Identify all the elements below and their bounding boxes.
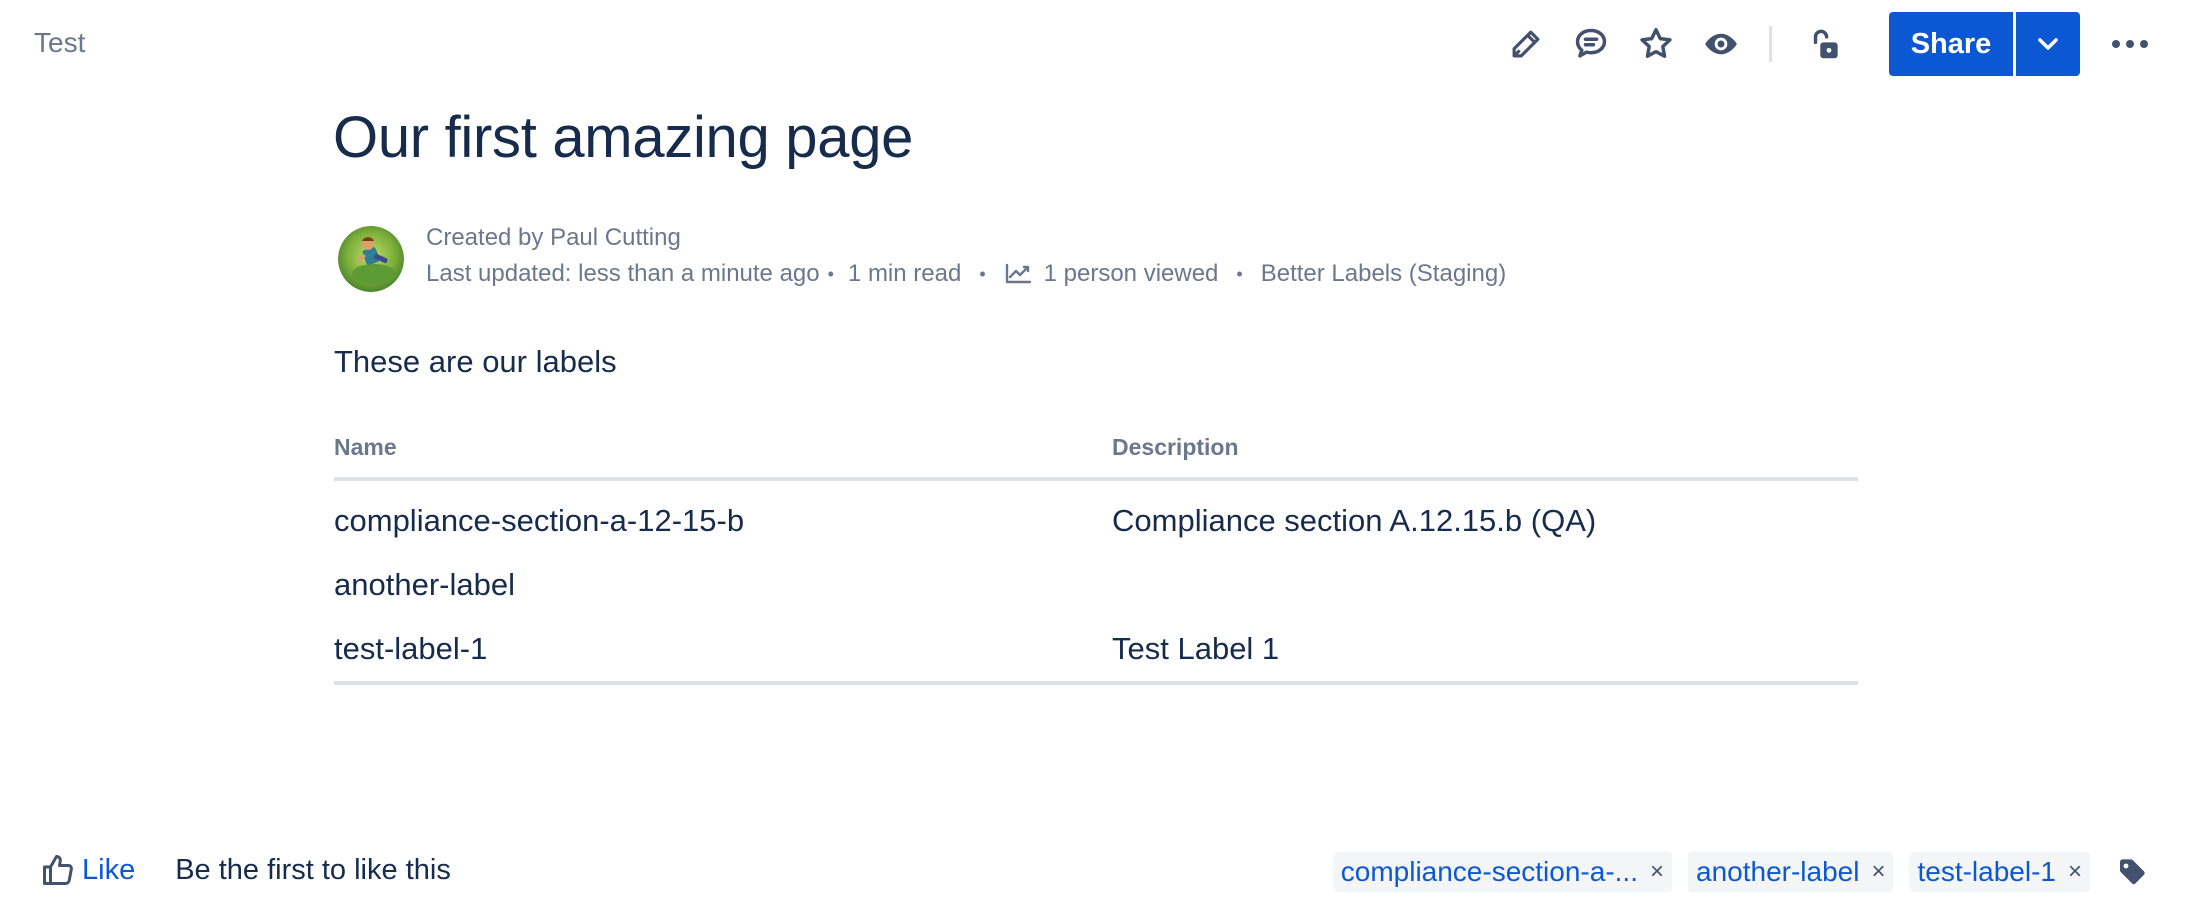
unlock-icon[interactable]: [1799, 18, 1851, 70]
more-actions-button[interactable]: [2110, 24, 2150, 64]
share-button-group: Share: [1889, 12, 2080, 76]
share-button[interactable]: Share: [1889, 12, 2013, 76]
column-header-name: Name: [334, 426, 1112, 481]
label-name-cell: another-label: [334, 567, 515, 602]
table-row: compliance-section-a-12-15-b Compliance …: [334, 479, 1858, 553]
page-toolbar: Share: [1487, 12, 2150, 76]
column-header-description: Description: [1112, 426, 1858, 481]
separator-dot: •: [979, 264, 986, 284]
label-name-cell: compliance-section-a-12-15-b: [334, 503, 745, 538]
view-count[interactable]: 1 person viewed: [1044, 256, 1219, 292]
comment-icon[interactable]: [1565, 18, 1617, 70]
star-icon[interactable]: [1630, 18, 1682, 70]
label-chip: compliance-section-a-... ×: [1332, 852, 1672, 892]
thumbs-up-icon: [43, 855, 73, 885]
label-chip-text[interactable]: another-label: [1696, 856, 1859, 888]
separator-dot: •: [1236, 264, 1243, 284]
tag-icon[interactable]: [2114, 854, 2150, 890]
like-label[interactable]: Like: [82, 854, 135, 887]
page-title: Our first amazing page: [333, 105, 914, 170]
breadcrumb-space-link[interactable]: Test: [34, 27, 85, 59]
like-section: Like Be the first to like this: [40, 852, 451, 888]
label-chip: test-label-1 ×: [1909, 852, 2090, 892]
table-header-row: Name Description: [334, 426, 1858, 481]
remove-label-icon[interactable]: ×: [1650, 858, 1664, 886]
more-icon: [2112, 40, 2148, 48]
share-dropdown-button[interactable]: [2016, 12, 2080, 76]
label-chip: another-label ×: [1688, 852, 1894, 892]
app-byline-item[interactable]: Better Labels (Staging): [1261, 256, 1506, 292]
label-chip-text[interactable]: compliance-section-a-...: [1341, 856, 1638, 888]
read-time: 1 min read: [847, 260, 962, 287]
table-row: test-label-1 Test Label 1: [334, 617, 1858, 685]
label-description-cell: [1112, 553, 1858, 617]
chevron-down-icon: [2038, 38, 2058, 50]
analytics-icon: [1004, 263, 1032, 285]
labels-table: Name Description compliance-section-a-12…: [334, 426, 1858, 685]
avatar[interactable]: [338, 226, 404, 292]
like-status-text: Be the first to like this: [175, 853, 451, 886]
created-by: Created by Paul Cutting: [426, 224, 681, 251]
label-description-cell: Compliance section A.12.15.b (QA): [1112, 503, 1597, 538]
label-description-cell: Test Label 1: [1112, 617, 1858, 685]
toolbar-divider: [1769, 26, 1772, 62]
page-byline: Created by Paul Cutting Last updated: le…: [426, 220, 1506, 292]
table-row: another-label: [334, 553, 1858, 617]
remove-label-icon[interactable]: ×: [1871, 858, 1885, 886]
like-button[interactable]: Like: [40, 852, 135, 888]
label-name-cell: test-label-1: [334, 617, 1112, 685]
remove-label-icon[interactable]: ×: [2068, 858, 2082, 886]
separator-dot: •: [827, 264, 834, 284]
label-chip-text[interactable]: test-label-1: [1917, 856, 2056, 888]
last-updated[interactable]: Last updated: less than a minute ago: [426, 256, 820, 292]
intro-paragraph: These are our labels: [334, 344, 617, 379]
watch-icon[interactable]: [1695, 18, 1747, 70]
edit-icon[interactable]: [1500, 18, 1552, 70]
page-labels: compliance-section-a-... × another-label…: [1317, 852, 2150, 892]
